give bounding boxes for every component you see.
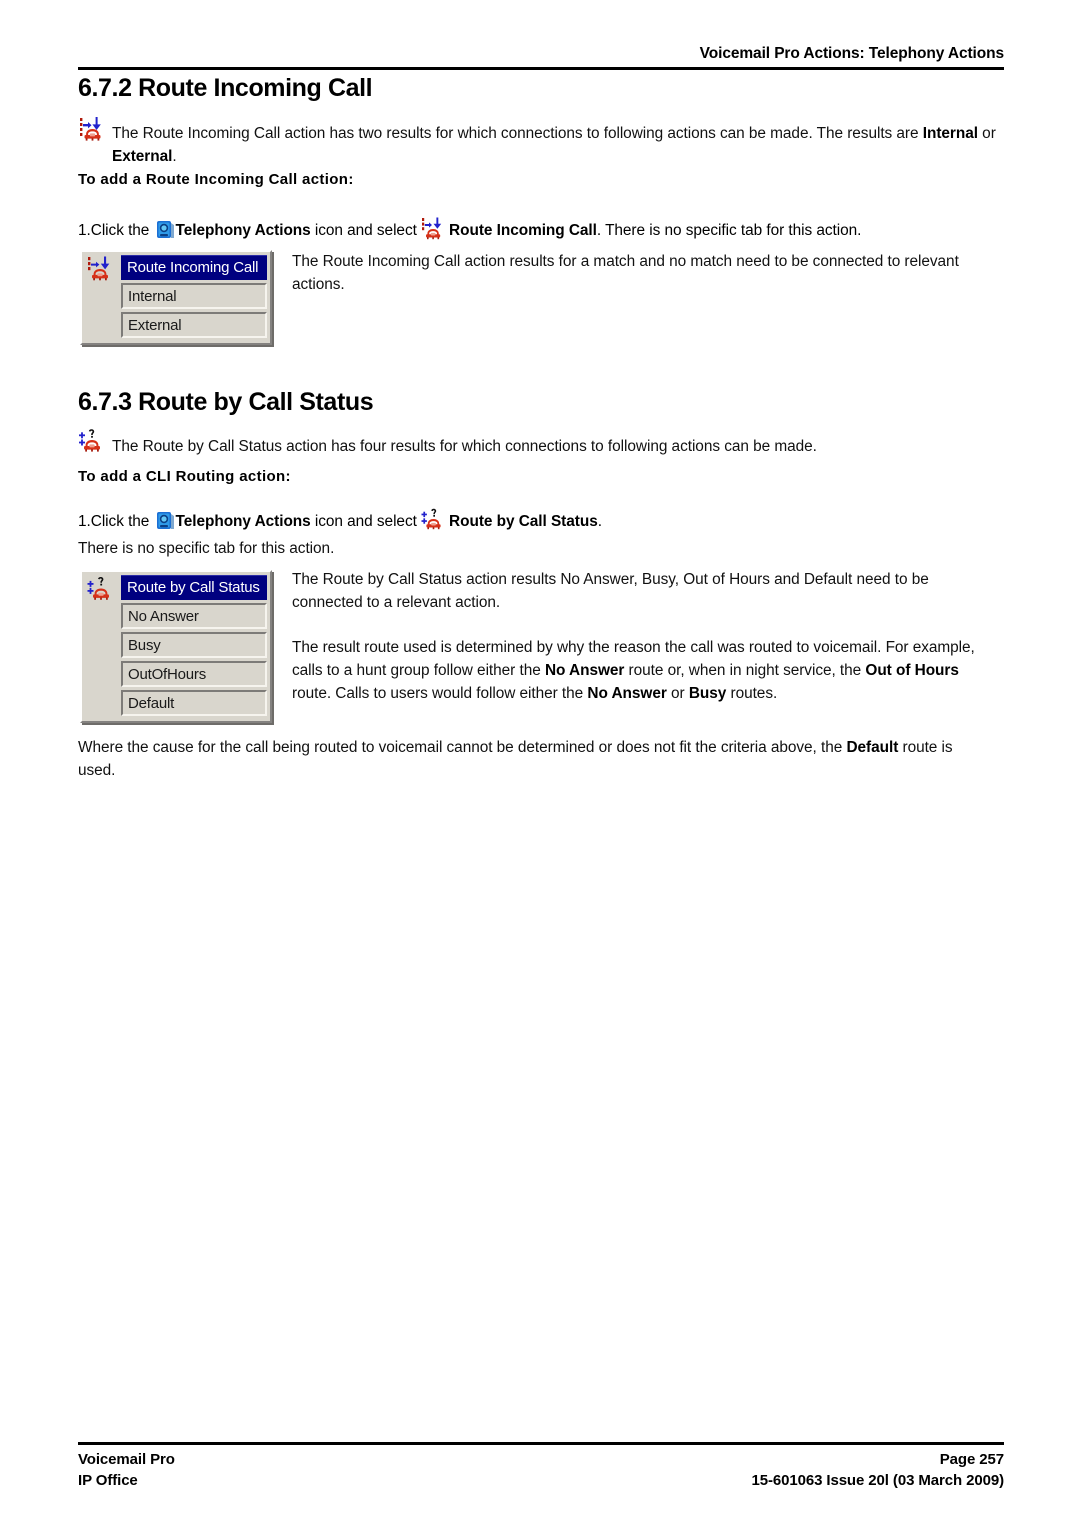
closing-bold-default: Default [846, 739, 899, 756]
widget-title[interactable]: Route Incoming Call [121, 255, 267, 280]
section-heading-673: 6.7.3 Route by Call Status [78, 388, 374, 416]
route-incoming-call-icon [78, 116, 108, 144]
step-bold-route-incoming-call: Route Incoming Call [449, 222, 597, 239]
widget-item-outofhours[interactable]: OutOfHours [121, 661, 267, 687]
step-text-pre: Click the [90, 513, 154, 530]
document-page: Voicemail Pro Actions: Telephony Actions… [0, 0, 1080, 1528]
route-by-call-status-icon-inline [421, 508, 449, 534]
page-header: Voicemail Pro Actions: Telephony Actions [78, 44, 1004, 70]
intro-bold-external: External [112, 148, 173, 165]
footer-product-name: Voicemail Pro [78, 1451, 175, 1468]
closing-text-a: Where the cause for the call being route… [78, 739, 847, 756]
side-para2-text-f: routes. [726, 685, 778, 702]
route-by-call-status-icon [87, 576, 119, 606]
step-text-end: . [597, 513, 602, 530]
no-specific-tab-text: There is no specific tab for this action… [78, 540, 335, 557]
step-1-route-incoming-call: 1.Click the Telephony Actions icon and s… [78, 217, 861, 243]
side-para2-text-e: or [666, 685, 689, 702]
side-para2-bold-no-answer-1: No Answer [544, 662, 625, 679]
widget-item-internal[interactable]: Internal [121, 283, 267, 309]
step-bold-route-by-call-status: Route by Call Status [449, 513, 598, 530]
route-by-call-status-icon [78, 428, 108, 456]
step-bold-telephony-actions: Telephony Actions [175, 222, 311, 239]
widget-body: Route Incoming Call Internal External [121, 255, 267, 338]
step-number: 1. [78, 222, 91, 239]
widget-item-no-answer[interactable]: No Answer [121, 603, 267, 629]
intro-text-part1: The Route Incoming Call action has two r… [112, 125, 923, 142]
side-para2-bold-busy: Busy [688, 685, 727, 702]
step-text-mid: icon and select [310, 513, 422, 530]
widget-icon-gutter [85, 575, 121, 716]
step-text-pre: Click the [90, 222, 154, 239]
header-divider [78, 67, 1004, 70]
subhead-add-cli-routing: To add a CLI Routing action: [78, 468, 291, 485]
page-footer: Voicemail Pro Page 257 IP Office 15-6010… [78, 1442, 1004, 1491]
route-by-call-status-side-para-2: The result route used is determined by w… [292, 636, 984, 705]
route-incoming-call-side-text: The Route Incoming Call action results f… [292, 253, 959, 293]
header-title: Voicemail Pro Actions: Telephony Actions [699, 45, 1004, 62]
subhead-add-route-incoming-call: To add a Route Incoming Call action: [78, 171, 354, 188]
step-text-mid: icon and select [310, 222, 422, 239]
route-incoming-call-intro: The Route Incoming Call action has two r… [112, 122, 1004, 168]
footer-row-2: IP Office 15-601063 Issue 20l (03 March … [78, 1470, 1004, 1491]
footer-divider [78, 1442, 1004, 1445]
telephony-actions-icon [154, 510, 176, 532]
route-incoming-call-widget[interactable]: Route Incoming Call Internal External [80, 250, 272, 345]
footer-document-id: 15-601063 Issue 20l (03 March 2009) [751, 1472, 1004, 1489]
widget-item-external[interactable]: External [121, 312, 267, 338]
route-by-call-status-intro: The Route by Call Status action has four… [112, 438, 817, 455]
section-heading-672: 6.7.2 Route Incoming Call [78, 74, 373, 102]
intro-text-mid: or [977, 125, 996, 142]
step-number: 1. [78, 513, 91, 530]
step-text-end: . There is no specific tab for this acti… [596, 222, 862, 239]
route-by-call-status-side-para-1: The Route by Call Status action results … [292, 571, 929, 611]
step-1-route-by-call-status: 1.Click the Telephony Actions icon and s… [78, 508, 602, 534]
widget-body: Route by Call Status No Answer Busy OutO… [121, 575, 267, 716]
footer-page-number: Page 257 [939, 1451, 1004, 1468]
closing-paragraph: Where the cause for the call being route… [78, 736, 978, 782]
route-incoming-call-icon-inline [421, 217, 449, 243]
widget-item-default[interactable]: Default [121, 690, 267, 716]
side-para2-bold-out-of-hours: Out of Hours [865, 662, 959, 679]
widget-item-busy[interactable]: Busy [121, 632, 267, 658]
side-para2-text-c: route or, when in night service, the [624, 662, 866, 679]
route-incoming-call-icon [87, 256, 119, 286]
side-para2-text-d: route. Calls to users would follow eithe… [292, 685, 588, 702]
route-by-call-status-widget[interactable]: Route by Call Status No Answer Busy OutO… [80, 570, 272, 723]
intro-bold-internal: Internal [922, 125, 978, 142]
widget-title[interactable]: Route by Call Status [121, 575, 267, 600]
step-bold-telephony-actions: Telephony Actions [175, 513, 311, 530]
side-para2-bold-no-answer-2: No Answer [587, 685, 667, 702]
footer-product-line: IP Office [78, 1472, 138, 1489]
intro-text-end: . [172, 148, 177, 165]
widget-icon-gutter [85, 255, 121, 338]
telephony-actions-icon [154, 219, 176, 241]
footer-row-1: Voicemail Pro Page 257 [78, 1449, 1004, 1470]
